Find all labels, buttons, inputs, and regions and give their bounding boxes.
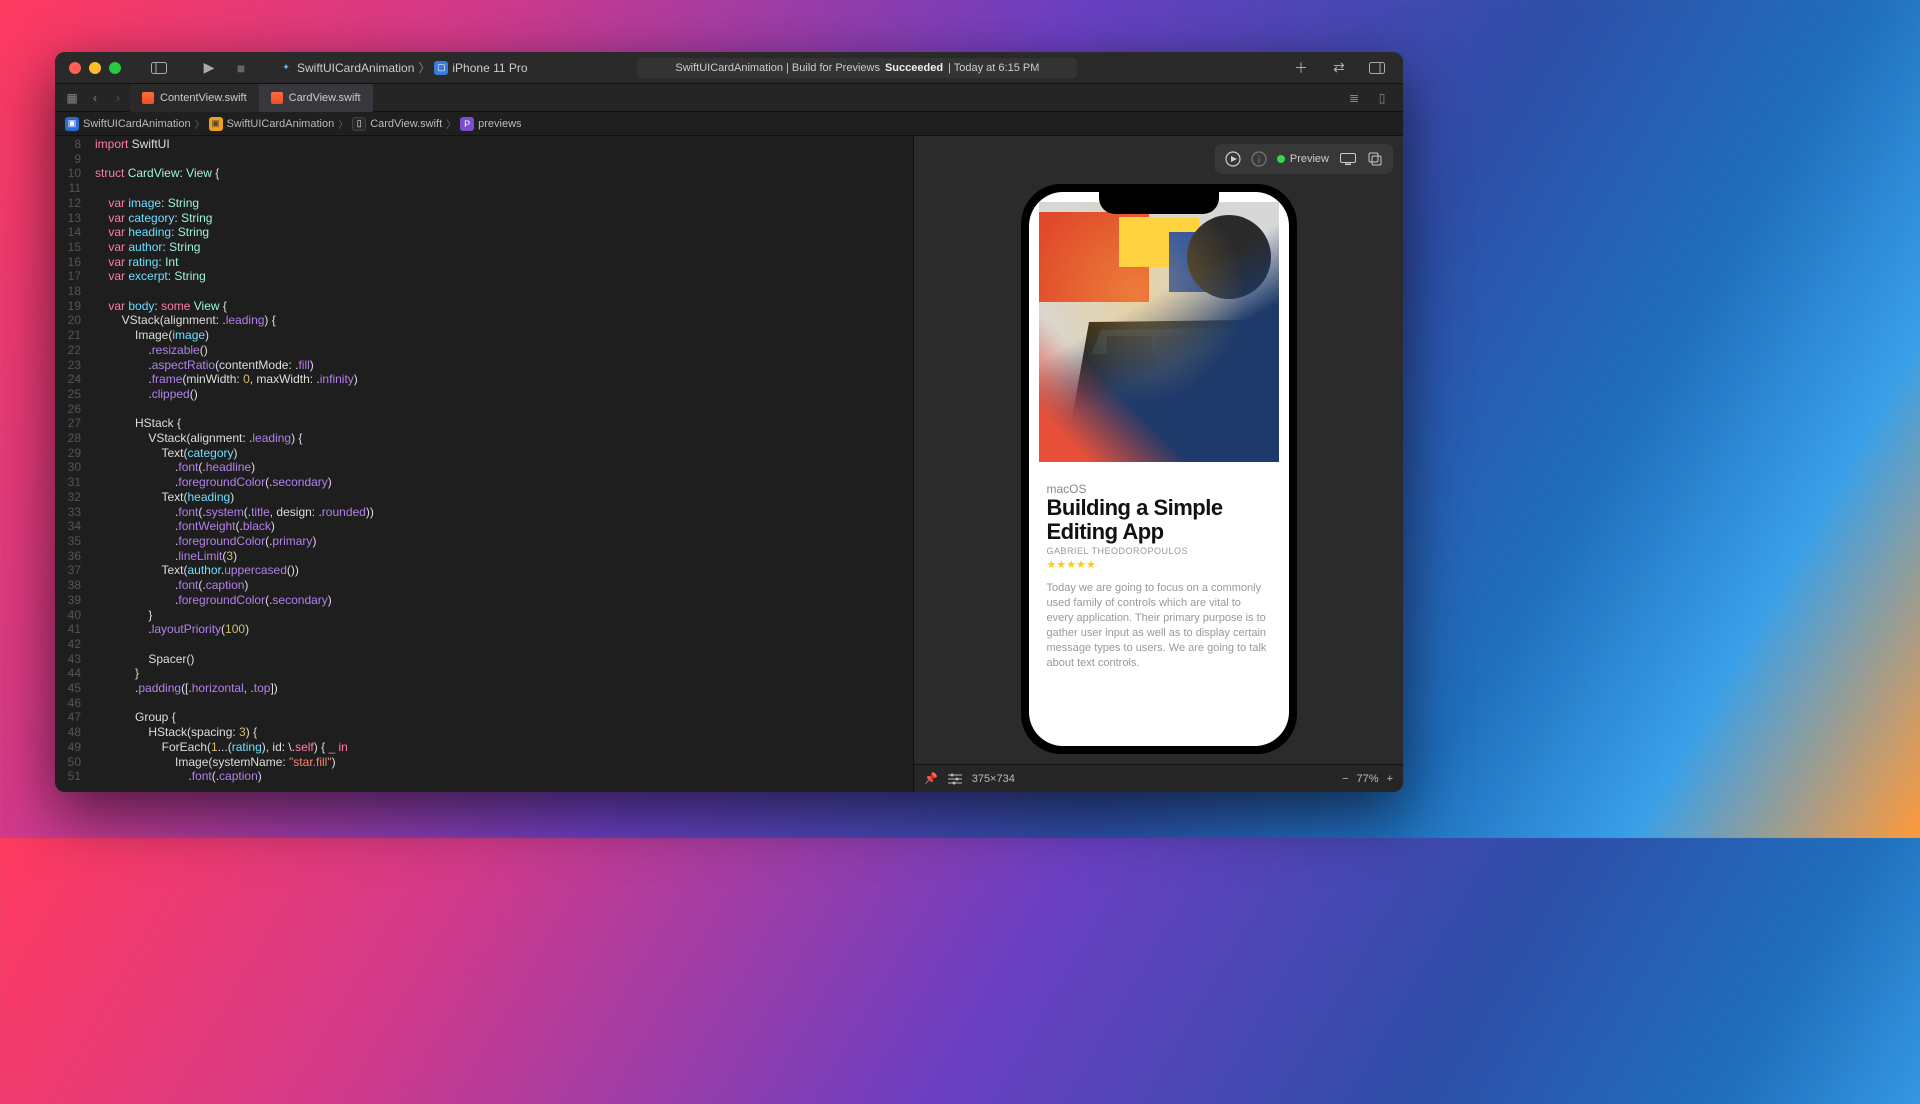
device-icon: ▢ bbox=[434, 61, 448, 75]
card-body: macOS Building a Simple Editing App GABR… bbox=[1029, 462, 1289, 678]
iphone-frame: macOS Building a Simple Editing App GABR… bbox=[1021, 184, 1297, 754]
nav-back[interactable]: ‹ bbox=[84, 87, 106, 109]
toggle-navigator-icon[interactable] bbox=[147, 56, 171, 80]
card-image bbox=[1039, 202, 1279, 462]
preview-play-icon[interactable] bbox=[1225, 151, 1241, 167]
nav-forward[interactable]: › bbox=[107, 87, 129, 109]
zoom-in-icon[interactable]: + bbox=[1387, 773, 1393, 785]
project-icon: ▣ bbox=[65, 117, 79, 131]
swift-file-icon bbox=[142, 92, 154, 104]
device-name: iPhone 11 Pro bbox=[452, 61, 527, 75]
zoom-level: 77% bbox=[1357, 773, 1379, 785]
card-heading: Building a Simple Editing App bbox=[1047, 496, 1271, 544]
card-category: macOS bbox=[1047, 482, 1271, 496]
preview-dims: 375×734 bbox=[972, 773, 1015, 785]
line-gutter: 8 9 10 11 12 13 14 15 16 17 18 19 20 21 … bbox=[55, 137, 89, 784]
card-excerpt: Today we are going to focus on a commonl… bbox=[1047, 581, 1271, 670]
library-button[interactable]: ＋ bbox=[1289, 56, 1313, 80]
preview-duplicate-icon[interactable] bbox=[1367, 151, 1383, 167]
svg-text:i: i bbox=[1258, 155, 1260, 166]
path-bar[interactable]: ▣SwiftUICardAnimation〉 ▣SwiftUICardAnima… bbox=[55, 112, 1403, 136]
titlebar: ▶ ■ ✦ SwiftUICardAnimation 〉 ▢ iPhone 11… bbox=[55, 52, 1403, 84]
editor-tab[interactable]: ContentView.swift bbox=[130, 84, 259, 112]
activity-status: SwiftUICardAnimation | Build for Preview… bbox=[637, 58, 1077, 78]
swift-file-icon bbox=[271, 92, 283, 104]
options-icon[interactable] bbox=[948, 773, 962, 785]
close-window[interactable] bbox=[69, 62, 81, 74]
pin-icon[interactable]: 📌 bbox=[924, 772, 938, 785]
card-rating: ★★★★★ bbox=[1047, 558, 1271, 571]
property-icon: P bbox=[460, 117, 474, 131]
preview-device-icon[interactable] bbox=[1339, 152, 1357, 166]
zoom-out-icon[interactable]: − bbox=[1342, 773, 1348, 785]
code-review-icon[interactable]: ⇄ bbox=[1327, 56, 1351, 80]
tab-label: CardView.swift bbox=[289, 92, 361, 104]
editor-tab[interactable]: CardView.swift bbox=[259, 84, 373, 112]
code-editor[interactable]: 8 9 10 11 12 13 14 15 16 17 18 19 20 21 … bbox=[55, 136, 913, 792]
add-editor-icon[interactable]: ▯ bbox=[1371, 87, 1393, 109]
minimize-window[interactable] bbox=[89, 62, 101, 74]
stop-button[interactable]: ■ bbox=[229, 56, 253, 80]
preview-toolbar: i Preview bbox=[1215, 144, 1393, 174]
run-button[interactable]: ▶ bbox=[197, 56, 221, 80]
preview-pane: i Preview bbox=[913, 136, 1403, 792]
tab-label: ContentView.swift bbox=[160, 92, 247, 104]
xcode-window: ▶ ■ ✦ SwiftUICardAnimation 〉 ▢ iPhone 11… bbox=[55, 52, 1403, 792]
app-icon: ✦ bbox=[279, 61, 293, 75]
preview-live-button[interactable]: Preview bbox=[1277, 153, 1329, 165]
preview-inspect-icon[interactable]: i bbox=[1251, 151, 1267, 167]
device-notch bbox=[1099, 188, 1219, 214]
file-icon: ▯ bbox=[352, 117, 366, 131]
scheme-selector[interactable]: ✦ SwiftUICardAnimation 〉 ▢ iPhone 11 Pro bbox=[279, 59, 528, 76]
folder-icon: ▣ bbox=[209, 117, 223, 131]
preview-status-bar: 📌 375×734 − 77% + bbox=[914, 764, 1403, 792]
preview-canvas[interactable]: macOS Building a Simple Editing App GABR… bbox=[914, 174, 1403, 764]
zoom-window[interactable] bbox=[109, 62, 121, 74]
live-dot-icon bbox=[1277, 155, 1285, 163]
related-items-icon[interactable]: ▦ bbox=[61, 87, 83, 109]
toggle-inspector-icon[interactable] bbox=[1365, 56, 1389, 80]
scheme-name: SwiftUICardAnimation bbox=[297, 61, 414, 75]
adjust-editor-icon[interactable]: ≣ bbox=[1343, 87, 1365, 109]
card-author: GABRIEL THEODOROPOULOS bbox=[1047, 546, 1271, 556]
tab-bar: ▦ ‹ › ContentView.swiftCardView.swift ≣ … bbox=[55, 84, 1403, 112]
